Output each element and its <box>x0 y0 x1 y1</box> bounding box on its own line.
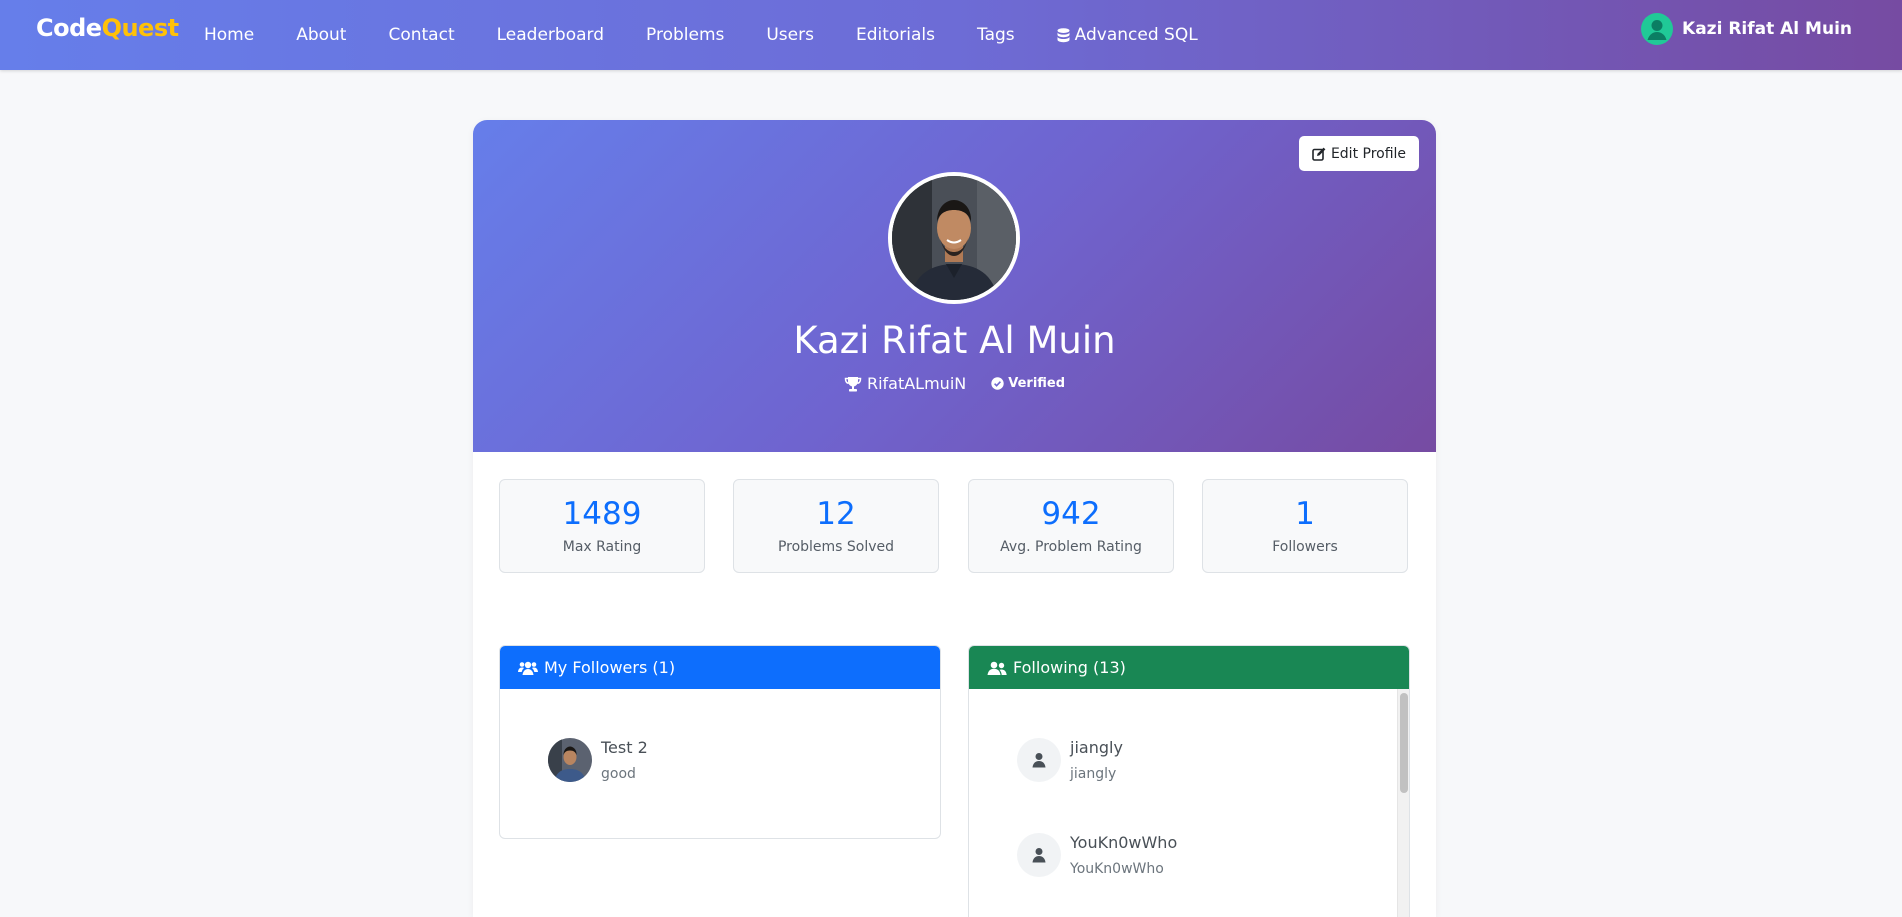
following-item[interactable]: jiangly jiangly <box>1017 738 1123 783</box>
following-avatar <box>1017 738 1061 782</box>
nav-link-users[interactable]: Users <box>766 25 814 45</box>
following-text: YouKn0wWho YouKn0wWho <box>1070 833 1177 878</box>
user-avatar-icon <box>1641 13 1674 45</box>
following-avatar <box>1017 833 1061 877</box>
profile-hero: Edit Profile Kazi Rifat Al Muin RifatALm… <box>473 120 1436 452</box>
following-name[interactable]: jiangly <box>1070 738 1123 758</box>
follower-text: Test 2 good <box>601 738 648 783</box>
edit-profile-button[interactable]: Edit Profile <box>1299 136 1419 171</box>
navbar: CodeQuest Home About Contact Leaderboard… <box>0 0 1902 70</box>
follower-name[interactable]: Test 2 <box>601 738 648 758</box>
nav-link-about[interactable]: About <box>296 25 346 45</box>
nav-links: Home About Contact Leaderboard Problems … <box>204 0 1240 70</box>
following-card: Following (13) jiangly jiangly YouKn0wWh… <box>968 645 1410 917</box>
follower-avatar <box>548 738 592 782</box>
followers-card: My Followers (1) Test 2 good <box>499 645 941 839</box>
profile-card: Edit Profile Kazi Rifat Al Muin RifatALm… <box>473 120 1436 917</box>
profile-name: Kazi Rifat Al Muin <box>793 319 1116 362</box>
following-text: jiangly jiangly <box>1070 738 1123 783</box>
following-handle: YouKn0wWho <box>1070 861 1164 877</box>
profile-handle-row: RifatALmuiN Verified <box>473 374 1436 393</box>
check-circle-icon <box>991 377 1004 390</box>
nav-link-editorials[interactable]: Editorials <box>856 25 935 45</box>
trophy-icon <box>844 376 862 391</box>
following-title: Following (13) <box>1013 658 1126 677</box>
following-scrollbar-thumb[interactable] <box>1400 693 1408 793</box>
profile-avatar <box>888 172 1020 304</box>
following-name[interactable]: YouKn0wWho <box>1070 833 1177 853</box>
stat-label: Max Rating <box>562 538 642 555</box>
profile-photo <box>892 176 1016 300</box>
nav-link-leaderboard[interactable]: Leaderboard <box>497 25 604 45</box>
person-icon <box>1032 753 1046 768</box>
profile-handle-text: RifatALmuiN <box>866 374 967 393</box>
nav-link-advanced-sql-label: Advanced SQL <box>1074 25 1198 45</box>
user-menu-name: Kazi Rifat Al Muin <box>1682 19 1852 39</box>
follower-handle: good <box>601 766 636 782</box>
nav-link-advanced-sql[interactable]: Advanced SQL <box>1057 25 1198 45</box>
followers-header: My Followers (1) <box>500 646 940 689</box>
stat-value: 1489 <box>562 496 642 532</box>
user-menu[interactable]: Kazi Rifat Al Muin <box>1641 12 1852 46</box>
stat-label: Avg. Problem Rating <box>1000 538 1142 555</box>
person-icon <box>1032 848 1046 863</box>
brand-part-quest: Quest <box>101 14 180 42</box>
stat-value: 1 <box>1295 496 1315 532</box>
nav-link-problems[interactable]: Problems <box>646 25 724 45</box>
stat-max-rating: 1489 Max Rating <box>499 479 705 573</box>
brand-part-code: Code <box>36 14 102 42</box>
edit-icon <box>1312 147 1326 161</box>
users-icon <box>987 661 1007 675</box>
follower-item[interactable]: Test 2 good <box>548 738 648 783</box>
nav-link-contact[interactable]: Contact <box>388 25 454 45</box>
nav-link-tags[interactable]: Tags <box>977 25 1015 45</box>
nav-link-home[interactable]: Home <box>204 25 254 45</box>
follower-photo <box>548 738 592 782</box>
following-scrollbar[interactable] <box>1397 689 1409 917</box>
stat-problems-solved: 12 Problems Solved <box>733 479 939 573</box>
database-icon <box>1057 27 1070 42</box>
stat-value: 12 <box>816 496 856 532</box>
stat-avg-problem-rating: 942 Avg. Problem Rating <box>968 479 1174 573</box>
following-header: Following (13) <box>969 646 1409 689</box>
brand-logo[interactable]: CodeQuest <box>36 14 179 42</box>
following-handle: jiangly <box>1070 766 1117 782</box>
person-icon <box>1647 20 1667 40</box>
users-icon <box>518 661 538 675</box>
profile-handle: RifatALmuiN <box>844 374 966 393</box>
stat-value: 942 <box>1041 496 1101 532</box>
stat-followers: 1 Followers <box>1202 479 1408 573</box>
stat-label: Problems Solved <box>777 538 895 555</box>
stat-label: Followers <box>1272 538 1338 555</box>
followers-title: My Followers (1) <box>544 658 676 677</box>
verified-badge: Verified <box>991 376 1065 391</box>
following-item[interactable]: YouKn0wWho YouKn0wWho <box>1017 833 1177 878</box>
edit-profile-label: Edit Profile <box>1330 145 1407 162</box>
verified-label: Verified <box>1008 376 1066 391</box>
